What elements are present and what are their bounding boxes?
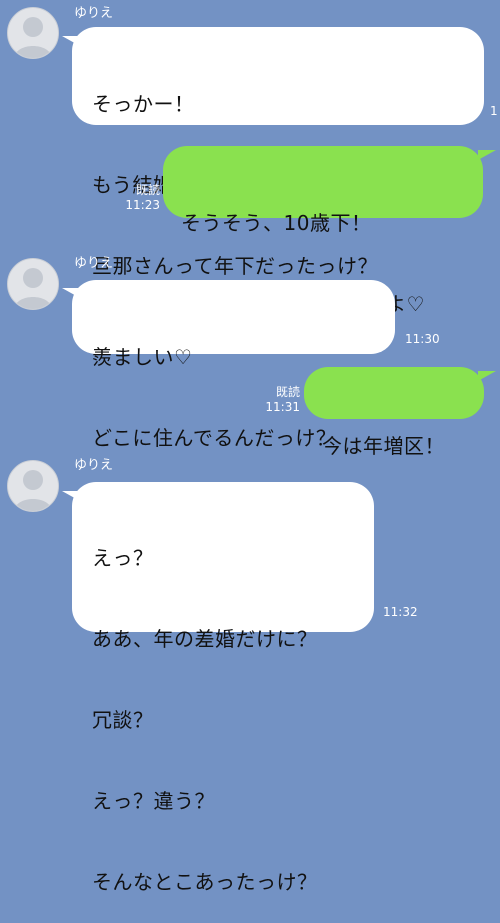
- person-silhouette-icon: [14, 268, 52, 309]
- message-meta: 既読 11:31: [244, 385, 300, 415]
- message-meta: 既読 11:23: [108, 183, 160, 213]
- message-time: 11:31: [265, 400, 300, 414]
- message-text: そんなとこあったっけ？: [92, 870, 318, 894]
- message-bubble-incoming[interactable]: えっ？ ああ、年の差婚だけに？ 冗談？ えっ？違う？ そんなとこあったっけ？: [72, 482, 374, 894]
- message-time: 11:32: [383, 605, 418, 619]
- message-text: そっかー！: [92, 92, 195, 116]
- message-bubble-outgoing[interactable]: 今は年増区！: [304, 367, 484, 458]
- person-silhouette-icon: [14, 17, 52, 58]
- message-bubble-incoming[interactable]: そっかー！ もう結婚して3年になるんだねー！ 旦那さんって年下だったっけ？: [72, 27, 484, 278]
- bubble-tail: [478, 150, 496, 160]
- read-receipt: 既読: [275, 385, 300, 399]
- message-time: 11:23: [125, 198, 160, 212]
- message-text: 冗談？: [92, 708, 154, 732]
- sender-avatar-icon[interactable]: [7, 460, 59, 512]
- sender-name: ゆりえ: [74, 458, 114, 473]
- person-silhouette-icon: [14, 470, 52, 511]
- message-text: えっ？: [92, 546, 154, 570]
- message-time: 1: [490, 104, 498, 118]
- bubble-tail: [478, 371, 496, 381]
- sender-avatar-icon[interactable]: [7, 7, 59, 59]
- message-text: ああ、年の差婚だけに？: [92, 627, 318, 651]
- message-bubble-outgoing[interactable]: そうそう、10歳下！ 若い旦那をゲットしたよ♡: [163, 146, 483, 316]
- message-time: 11:30: [405, 332, 440, 346]
- sender-avatar-icon[interactable]: [7, 258, 59, 310]
- message-text: そうそう、10歳下！: [181, 211, 372, 235]
- message-text: えっ？違う？: [92, 789, 215, 813]
- message-bubble-incoming[interactable]: 羨ましい♡ どこに住んでるんだっけ？: [72, 280, 395, 450]
- sender-name: ゆりえ: [74, 256, 114, 271]
- sender-name: ゆりえ: [74, 6, 114, 21]
- read-receipt: 既読: [135, 183, 160, 197]
- message-text: 今は年増区！: [322, 434, 445, 458]
